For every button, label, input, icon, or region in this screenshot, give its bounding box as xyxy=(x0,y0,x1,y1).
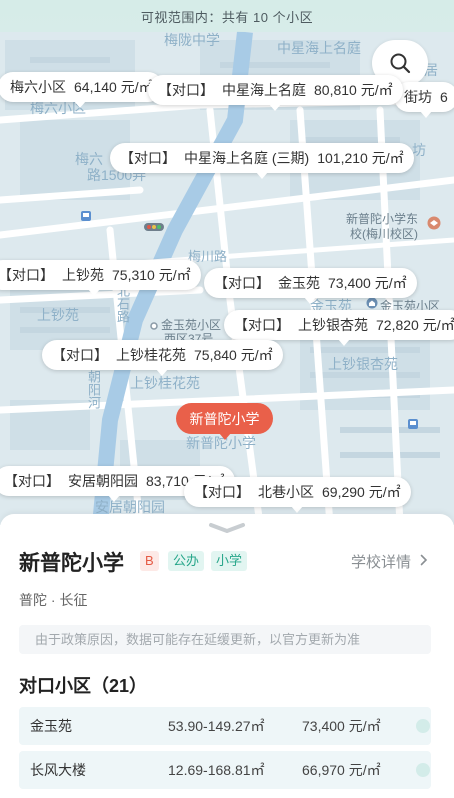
community-area: 53.90-149.27㎡ xyxy=(168,718,265,734)
map-label-shangchao: 上钞苑 xyxy=(37,307,79,323)
community-name: 金玉苑 xyxy=(30,718,72,734)
stage-badge: 小学 xyxy=(211,551,248,571)
bubble-price: 73,400 元/㎡ xyxy=(328,275,407,291)
school-title: 新普陀小学 xyxy=(19,552,124,575)
bubble-tag: 【对口】 xyxy=(234,317,290,333)
school-pin[interactable]: 新普陀小学 xyxy=(176,403,273,440)
bubble-tag: 【对口】 xyxy=(120,150,176,166)
bus-stop-icon xyxy=(81,211,91,221)
chevron-down-icon[interactable] xyxy=(207,522,247,534)
map-label-shangchao-yinxing: 上钞银杏苑 xyxy=(328,356,398,372)
bubble-tag: 【对口】 xyxy=(194,484,250,500)
bubble-name: 上钞苑 xyxy=(62,267,104,283)
community-price: 66,970 元/㎡ xyxy=(302,762,381,778)
school-poi-icon xyxy=(427,216,441,230)
price-bubble[interactable]: 街坊 6 xyxy=(394,82,454,118)
bubble-tag: 【对口】 xyxy=(52,347,108,363)
traffic-light-icon xyxy=(144,223,164,231)
school-details-link[interactable]: 学校详情 xyxy=(351,551,411,572)
bubble-price: 80,810 元/㎡ xyxy=(314,82,393,98)
bubble-name: 中星海上名庭 xyxy=(222,82,306,98)
residential-poi-icon xyxy=(366,297,378,309)
policy-notice: 由于政策原因，数据可能存在延缓更新，以官方更新为准 xyxy=(19,625,431,654)
map-label-school-top: 梅陇中学 xyxy=(164,32,220,48)
bubble-name: 北巷小区 xyxy=(258,484,314,500)
bubble-price: 75,310 元/㎡ xyxy=(112,267,191,283)
list-item[interactable]: 长风大楼 12.69-168.81㎡ 66,970 元/㎡ xyxy=(19,751,431,789)
bubble-price: 101,210 元/㎡ xyxy=(317,150,404,166)
community-name: 长风大楼 xyxy=(30,762,86,778)
community-price: 73,400 元/㎡ xyxy=(302,718,381,734)
community-area: 12.69-168.81㎡ xyxy=(168,762,265,778)
section-title: 对口小区（21） xyxy=(19,676,148,696)
district-text: 普陀 · 长征 xyxy=(19,592,88,608)
bubble-tag: 【对口】 xyxy=(158,82,214,98)
poi-dot-icon xyxy=(150,322,158,330)
price-bubble[interactable]: 【对口】 北巷小区 69,290 元/㎡ xyxy=(184,477,411,513)
visible-range-text: 可视范围内：共有 10 个小区 xyxy=(140,9,314,25)
price-bubble[interactable]: 【对口】 上钞桂花苑 75,840 元/㎡ xyxy=(42,340,283,376)
school-info-sheet: 新普陀小学 B 公办 小学 学校详情 普陀 · 长征 由于政策原因，数据可能存在… xyxy=(0,514,454,798)
bubble-price: 6 xyxy=(440,89,448,105)
map-label-fang: 坊 xyxy=(412,142,426,158)
map-label-xinputuo-campus: 校(梅川校区) xyxy=(350,227,418,241)
list-item[interactable]: 金玉苑 53.90-149.27㎡ 73,400 元/㎡ xyxy=(19,707,431,745)
price-bubble[interactable]: 【对口】 金玉苑 73,400 元/㎡ xyxy=(204,268,417,304)
map-view[interactable]: 梅陇中学 中星海上名庭 锅居 梅六小区 梅六 路1500弄 坊 梅川路 新普陀小… xyxy=(0,0,454,525)
bubble-tag: 【对口】 xyxy=(0,267,54,283)
bubble-price: 75,840 元/㎡ xyxy=(194,347,273,363)
search-icon xyxy=(390,53,411,74)
price-bubble[interactable]: 【对口】 中星海上名庭 80,810 元/㎡ xyxy=(148,75,403,111)
bubble-price: 64,140 元/㎡ xyxy=(74,79,153,95)
bubble-price: 72,820 元/㎡ xyxy=(376,317,454,333)
price-bubble[interactable]: 【对口】 上钞苑 75,310 元/㎡ xyxy=(0,260,201,296)
bubble-tag: 【对口】 xyxy=(214,275,270,291)
bubble-name: 上钞桂花苑 xyxy=(116,347,186,363)
bus-stop-icon xyxy=(408,419,418,429)
school-pin-label: 新普陀小学 xyxy=(189,410,260,427)
bubble-tag: 【对口】 xyxy=(4,473,60,489)
price-bubble[interactable]: 【对口】 上钞银杏苑 72,820 元/㎡ xyxy=(224,310,454,346)
bubble-name: 中星海上名庭 (三期) xyxy=(184,150,310,166)
bubble-name: 上钞银杏苑 xyxy=(298,317,368,333)
price-bubble[interactable]: 梅六小区 64,140 元/㎡ xyxy=(0,72,163,108)
arrow-right-icon xyxy=(416,763,430,777)
level-badge: B xyxy=(140,551,159,571)
map-label-shangchao-guihua: 上钞桂花苑 xyxy=(130,375,200,391)
type-badge: 公办 xyxy=(168,551,205,571)
bubble-name: 梅六小区 xyxy=(10,79,66,95)
arrow-right-icon xyxy=(416,719,430,733)
map-label-zhongxing: 中星海上名庭 xyxy=(277,40,361,56)
chevron-right-icon[interactable] xyxy=(420,554,428,566)
bubble-price: 69,290 元/㎡ xyxy=(322,484,401,500)
price-bubble[interactable]: 【对口】 中星海上名庭 (三期) 101,210 元/㎡ xyxy=(110,143,414,179)
bubble-name: 金玉苑 xyxy=(278,275,320,291)
bubble-name: 街坊 xyxy=(404,89,432,105)
visible-range-banner: 可视范围内：共有 10 个小区 xyxy=(0,0,454,32)
bubble-name: 安居朝阳园 xyxy=(68,473,138,489)
map-label-zhaoyang-river: 朝阳河 xyxy=(86,370,101,409)
